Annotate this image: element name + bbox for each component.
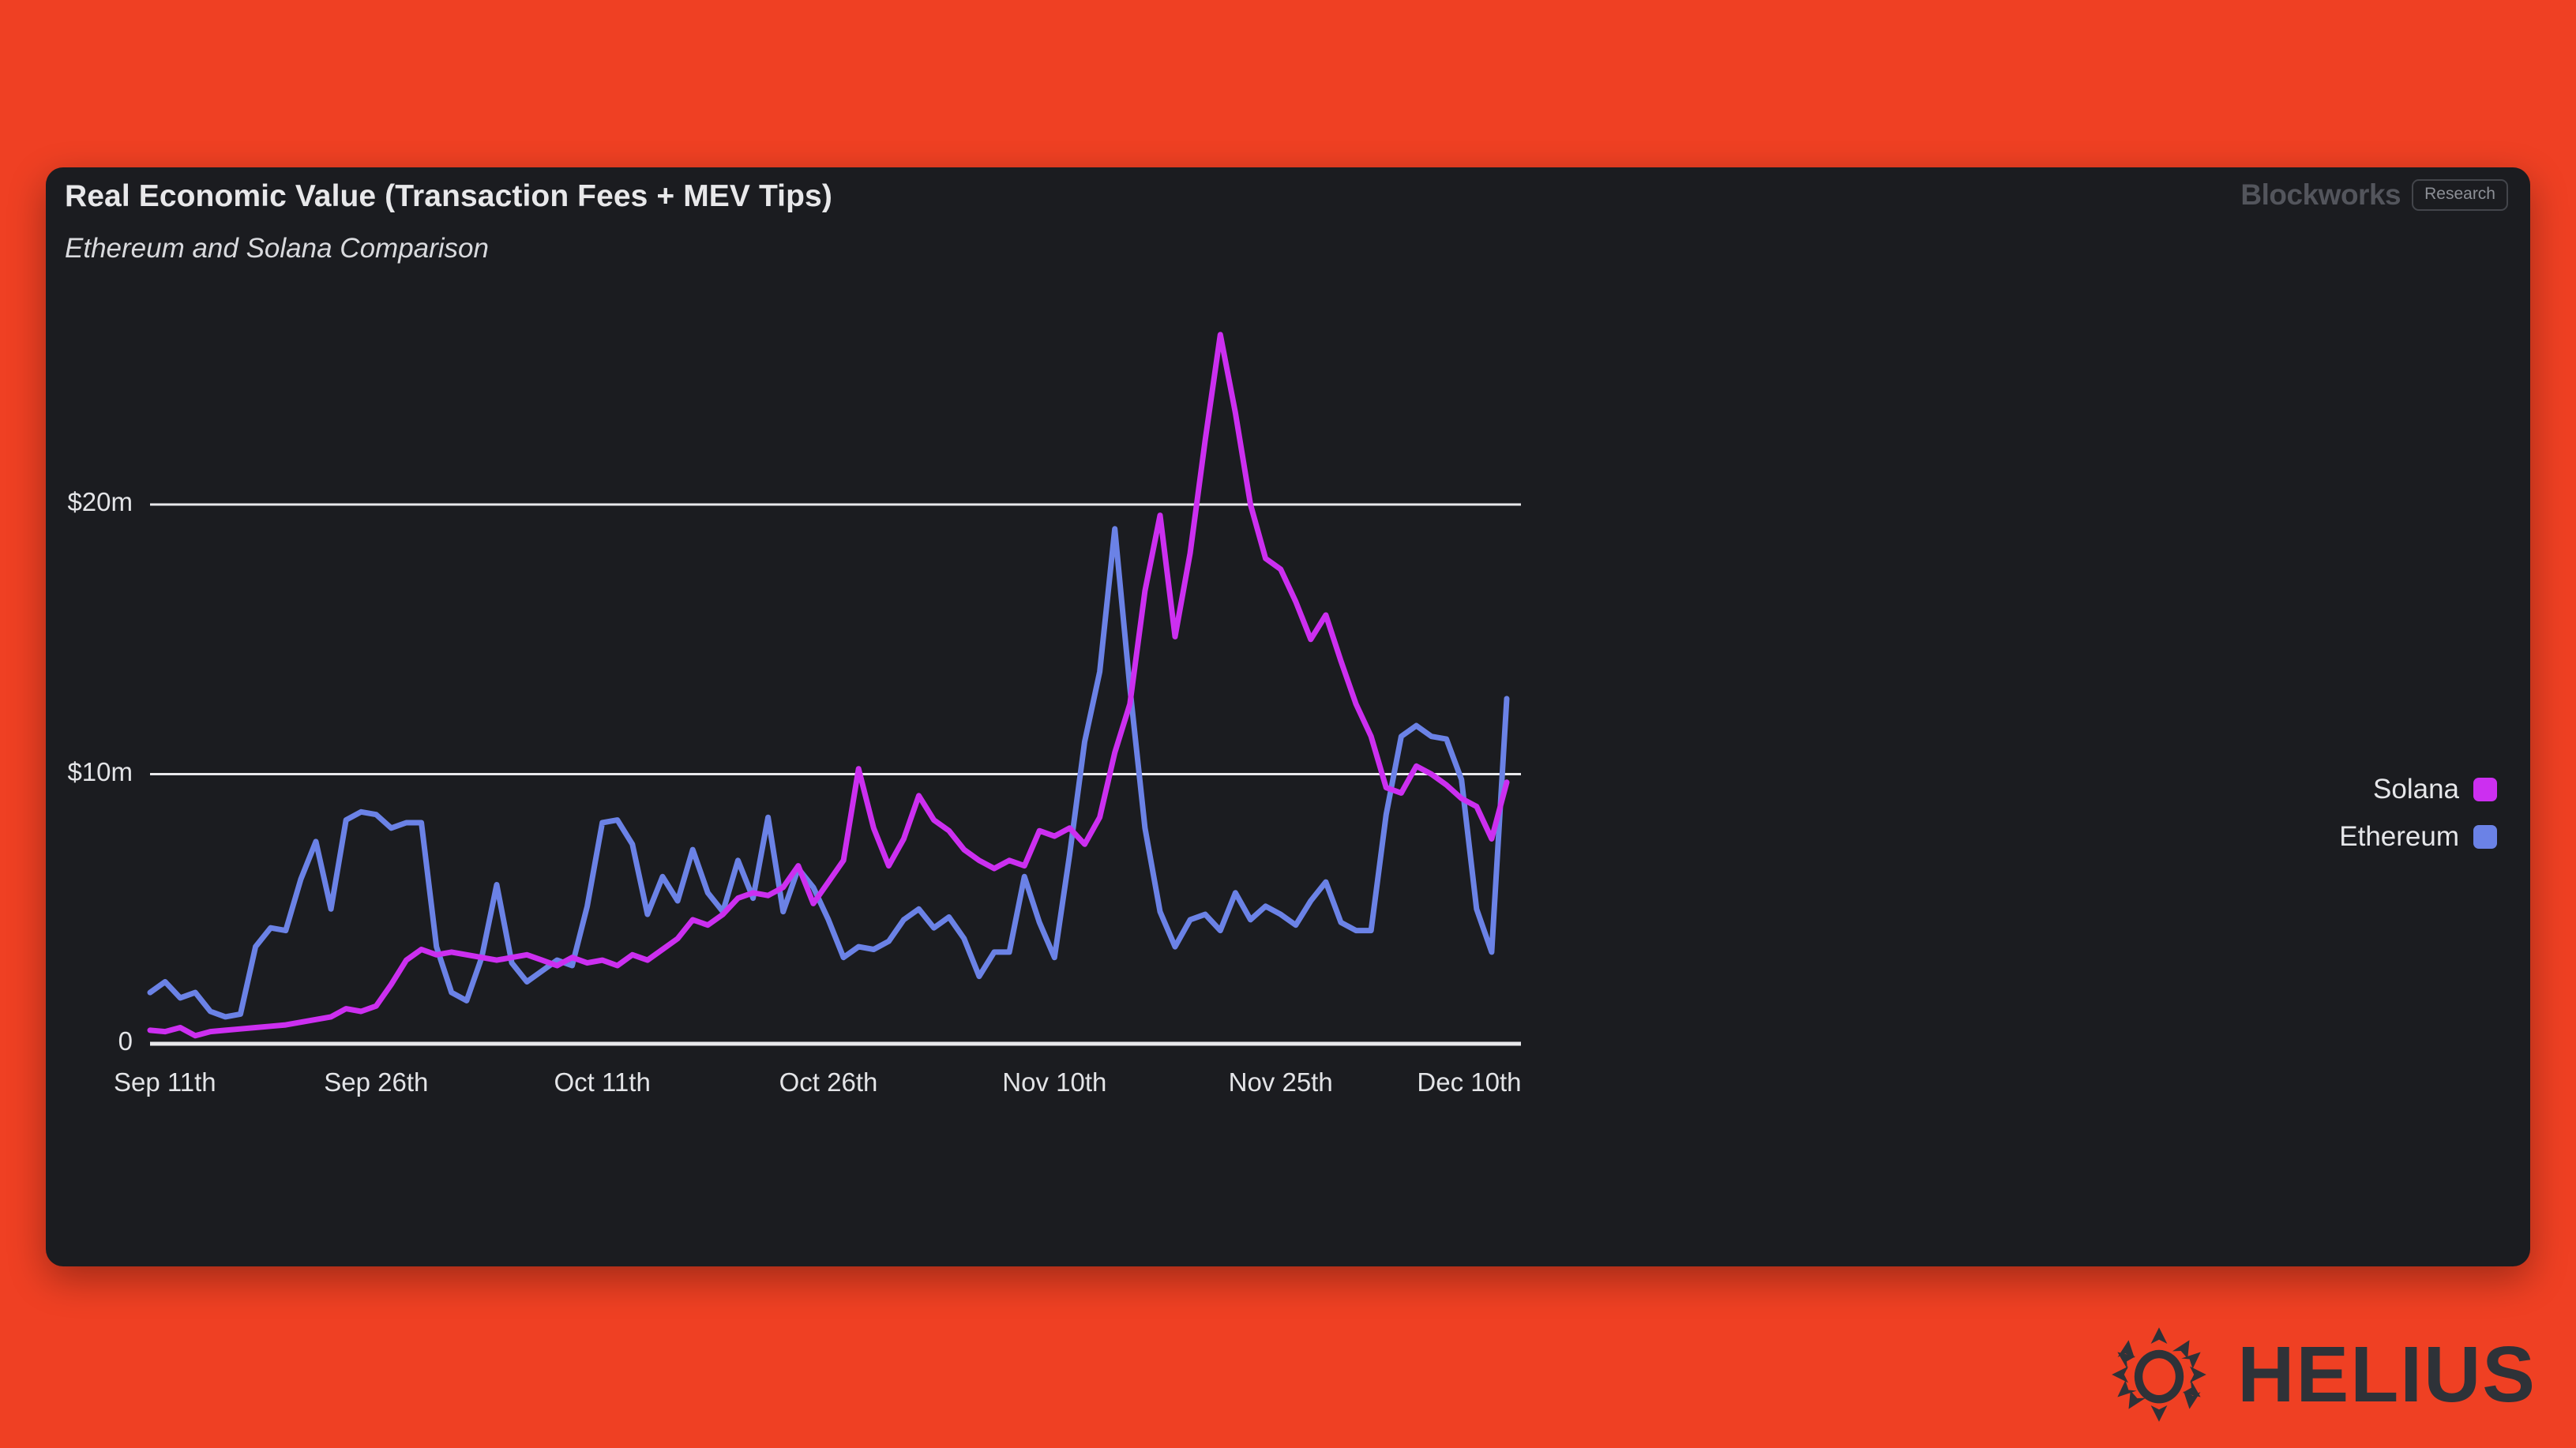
helius-logo: HELIUS bbox=[2108, 1323, 2537, 1426]
gridlines bbox=[150, 503, 1521, 1046]
y-tick-$20m: $20m bbox=[67, 487, 133, 517]
legend-item-solana[interactable]: Solana bbox=[2373, 774, 2497, 805]
x-tick-4: Nov 10th bbox=[1002, 1067, 1107, 1097]
blockworks-wordmark: Blockworks bbox=[2240, 178, 2401, 211]
x-tick-5: Nov 25th bbox=[1228, 1067, 1333, 1097]
line-chart-svg bbox=[147, 332, 1521, 1046]
legend-item-ethereum[interactable]: Ethereum bbox=[2339, 821, 2497, 853]
helius-sun-icon bbox=[2112, 1327, 2207, 1422]
x-tick-2: Oct 11th bbox=[554, 1067, 651, 1097]
series-line-solana bbox=[147, 332, 1510, 1039]
legend-swatch-ethereum bbox=[2473, 825, 2497, 849]
helius-wordmark: HELIUS bbox=[2237, 1330, 2537, 1419]
legend-label-ethereum: Ethereum bbox=[2339, 821, 2459, 852]
research-badge: Research bbox=[2412, 179, 2508, 211]
chart-legend: Solana Ethereum bbox=[2339, 774, 2497, 853]
x-tick-0: Sep 11th bbox=[114, 1067, 216, 1097]
legend-label-solana: Solana bbox=[2373, 774, 2459, 805]
chart-header: Real Economic Value (Transaction Fees + … bbox=[46, 167, 2530, 294]
x-tick-1: Sep 26th bbox=[324, 1067, 429, 1097]
chart-subtitle: Ethereum and Solana Comparison bbox=[65, 233, 489, 264]
series-lines bbox=[147, 332, 1510, 1039]
x-tick-3: Oct 26th bbox=[779, 1067, 878, 1097]
x-tick-6: Dec 10th bbox=[1417, 1067, 1522, 1097]
y-tick-$10m: $10m bbox=[67, 756, 133, 786]
y-tick-0: 0 bbox=[118, 1026, 133, 1056]
legend-swatch-solana bbox=[2473, 778, 2497, 801]
series-line-ethereum bbox=[147, 526, 1510, 1020]
chart-title: Real Economic Value (Transaction Fees + … bbox=[65, 179, 832, 213]
plot-area: 0 $10m $20m Sep 11th Sep 26th Oct 11th Oct 26… bbox=[46, 294, 2530, 1266]
blockworks-brand: Blockworks Research bbox=[2240, 178, 2508, 212]
chart-card: Real Economic Value (Transaction Fees + … bbox=[46, 167, 2530, 1266]
